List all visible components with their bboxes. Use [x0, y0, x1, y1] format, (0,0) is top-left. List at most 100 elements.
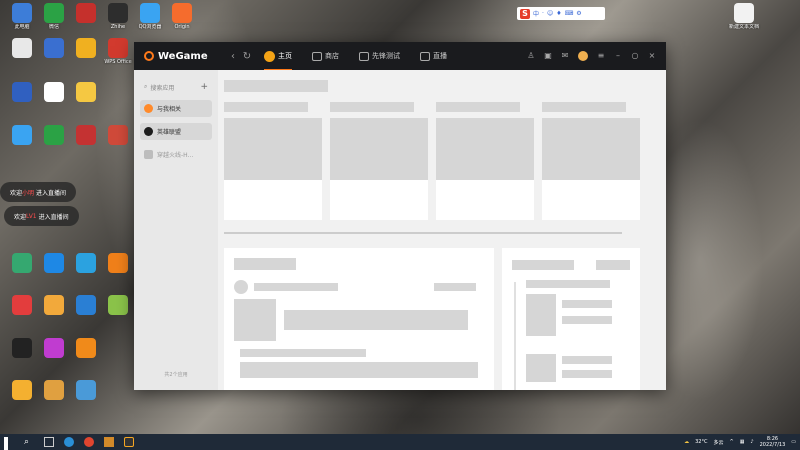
home-content-loading: [218, 70, 666, 390]
volume-icon[interactable]: ♪: [750, 439, 753, 445]
clock[interactable]: 8:26 2022/7/13: [760, 436, 786, 448]
desktop-icon[interactable]: [4, 253, 40, 274]
desktop-icon[interactable]: [100, 253, 136, 274]
app-icon: [12, 125, 32, 145]
ime-skin-item[interactable]: ♦: [556, 10, 561, 17]
desktop-icon[interactable]: [4, 295, 40, 316]
shirt-icon[interactable]: ♙: [527, 52, 535, 60]
desktop-icon[interactable]: [100, 295, 136, 316]
chrome-icon[interactable]: [84, 437, 94, 447]
desktop-icon[interactable]: [4, 380, 40, 401]
desktop-icon[interactable]: [4, 125, 40, 146]
app-icon: [108, 253, 128, 273]
desktop-icon[interactable]: WPS Office: [100, 38, 136, 65]
add-app-icon[interactable]: +: [200, 82, 208, 92]
task-view-icon[interactable]: [44, 437, 54, 447]
sidebar-item-cf[interactable]: 穿越火线-H...: [140, 146, 212, 163]
skeleton-feed-card: [224, 248, 494, 390]
live-welcome-toast-2: 欢迎 LV1 进入直播间: [4, 206, 79, 226]
desktop-icon[interactable]: [4, 338, 40, 359]
desktop-icon[interactable]: Zhihe: [100, 3, 136, 30]
store-icon: [312, 51, 322, 61]
ime-mode-item[interactable]: 中: [533, 9, 539, 18]
desktop-icon[interactable]: [4, 38, 40, 59]
refresh-button[interactable]: ↻: [240, 51, 254, 62]
desktop-icon[interactable]: QQ浏览器: [132, 3, 168, 30]
desktop-icon[interactable]: [68, 253, 104, 274]
app-icon: [12, 38, 32, 58]
app-icon: [44, 253, 64, 273]
desktop-icon[interactable]: [36, 125, 72, 146]
bag-icon[interactable]: ▣: [544, 52, 552, 60]
app-icon: [734, 3, 754, 23]
search-icon[interactable]: ⌕: [24, 437, 34, 447]
taskbar-left: ⌕: [4, 437, 134, 450]
desktop-icon-label: 此电脑: [14, 24, 30, 30]
user-avatar[interactable]: [578, 51, 588, 61]
ime-keyboard-item[interactable]: ⌨: [565, 10, 574, 17]
desktop-icon-label: WPS Office: [104, 59, 132, 65]
title-bar: WeGame ‹ ↻ 主页 商店 先锋测试 直播 ♙ ▣ ✉ ≡ – ○ ×: [134, 42, 666, 71]
app-icon: [44, 338, 64, 358]
desktop-icon[interactable]: [68, 295, 104, 316]
wegame-active-icon[interactable]: [124, 437, 134, 447]
tab-live[interactable]: 直播: [420, 51, 447, 62]
desktop-icon[interactable]: [68, 38, 104, 59]
desktop-icon[interactable]: [4, 82, 40, 103]
search-input[interactable]: 搜索应用: [150, 83, 174, 92]
desktop-icon[interactable]: [36, 38, 72, 59]
start-button[interactable]: [4, 437, 14, 450]
desktop-icon[interactable]: [68, 338, 104, 359]
minimize-icon[interactable]: –: [614, 52, 622, 60]
skeleton-label: [330, 102, 414, 112]
notification-icon[interactable]: ▭: [791, 439, 796, 445]
back-button[interactable]: ‹: [226, 51, 240, 62]
window-tools: ♙ ▣ ✉ ≡ – ○ ×: [527, 51, 656, 61]
desktop-icon[interactable]: [36, 338, 72, 359]
related-icon: [144, 104, 153, 113]
desktop-icon[interactable]: [100, 125, 136, 146]
desktop-icon[interactable]: 此电脑: [4, 3, 40, 30]
wegame-task-icon[interactable]: [104, 437, 114, 447]
tab-home[interactable]: 主页: [264, 50, 292, 71]
tray-expand-icon[interactable]: ^: [729, 439, 733, 445]
ime-emoji-item[interactable]: ☺: [547, 10, 553, 17]
app-icon: [44, 380, 64, 400]
app-icon: [76, 38, 96, 58]
desktop-icon[interactable]: [36, 82, 72, 103]
weather-icon[interactable]: ☁: [684, 439, 689, 445]
app-search[interactable]: ⌕ 搜索应用 +: [140, 80, 212, 94]
close-icon[interactable]: ×: [648, 52, 656, 60]
desktop-icon[interactable]: [68, 380, 104, 401]
desktop-icon[interactable]: [36, 295, 72, 316]
desktop-icon[interactable]: 新建文本文档: [726, 3, 762, 30]
app-icon: [44, 38, 64, 58]
app-icon: [12, 82, 32, 102]
home-icon: [264, 50, 275, 62]
mail-icon[interactable]: ✉: [561, 52, 569, 60]
desktop-icon[interactable]: 微信: [36, 3, 72, 30]
tab-store[interactable]: 商店: [312, 51, 339, 62]
app-icon: [44, 82, 64, 102]
network-icon[interactable]: ▦: [740, 439, 745, 445]
tab-beta-test[interactable]: 先锋测试: [359, 51, 400, 62]
sidebar-item-lol[interactable]: 英雄联盟: [140, 123, 212, 140]
wegame-logo-icon: [144, 51, 154, 61]
gamepad-icon: [359, 51, 369, 61]
lol-icon: [144, 127, 153, 136]
desktop-icon[interactable]: [36, 253, 72, 274]
maximize-icon[interactable]: ○: [631, 52, 639, 60]
edge-icon[interactable]: [64, 437, 74, 447]
desktop-icon[interactable]: Origin: [164, 3, 200, 30]
desktop-icon[interactable]: [68, 3, 104, 24]
ime-toolbar[interactable]: S 中 · ☺ ♦ ⌨ ⚙: [517, 7, 605, 20]
menu-icon[interactable]: ≡: [597, 52, 605, 60]
desktop-icon[interactable]: [68, 125, 104, 146]
desktop-icon[interactable]: [36, 380, 72, 401]
sidebar-item-related[interactable]: 与我相关: [140, 100, 212, 117]
app-icon: [108, 125, 128, 145]
desktop-icon-label: Zhihe: [110, 24, 126, 30]
ime-punct-item[interactable]: ·: [542, 10, 544, 17]
ime-settings-item[interactable]: ⚙: [576, 10, 581, 17]
desktop-icon[interactable]: [68, 82, 104, 103]
